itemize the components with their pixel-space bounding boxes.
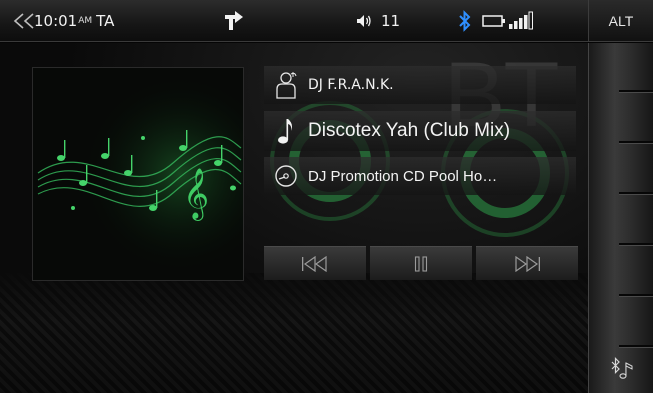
status-bar: 10:01 AM TA 11 xyxy=(0,0,588,42)
turn-right-arrow-icon xyxy=(222,0,244,42)
side-divider xyxy=(619,345,653,347)
artist-name: DJ F.R.A.N.K. xyxy=(308,77,394,93)
volume-level: 11 xyxy=(381,12,401,30)
pause-button[interactable] xyxy=(370,246,472,280)
disc-icon xyxy=(264,164,308,188)
carbon-fiber-background xyxy=(0,273,588,393)
side-divider xyxy=(619,243,653,245)
back-icon[interactable] xyxy=(12,0,36,42)
clock-time: 10:01 xyxy=(34,12,78,30)
previous-track-icon xyxy=(302,255,327,272)
album-art: 𝄞 xyxy=(32,67,244,281)
previous-track-button[interactable] xyxy=(264,246,366,280)
side-divider xyxy=(619,192,653,194)
next-track-icon xyxy=(515,255,540,272)
media-player-screen: 10:01 AM TA 11 ALT 𝄞 DJ F.R.A.N.K. Disco… xyxy=(0,0,653,393)
side-divider xyxy=(619,294,653,296)
side-divider xyxy=(619,141,653,143)
volume-indicator: 11 xyxy=(356,0,400,42)
signal-bars-icon xyxy=(508,0,534,42)
bluetooth-icon xyxy=(458,0,472,42)
side-panel xyxy=(588,43,653,393)
music-note-icon xyxy=(264,117,308,145)
alt-button[interactable]: ALT xyxy=(588,0,653,42)
pause-icon xyxy=(414,255,428,272)
clock: 10:01 AM TA xyxy=(34,0,114,42)
bluetooth-music-icon[interactable] xyxy=(611,356,633,384)
ta-indicator: TA xyxy=(96,12,115,30)
artist-row: DJ F.R.A.N.K. xyxy=(264,66,576,104)
battery-icon xyxy=(482,0,506,42)
next-track-button[interactable] xyxy=(476,246,578,280)
speaker-icon xyxy=(357,15,371,27)
track-title: Discotex Yah (Club Mix) xyxy=(308,120,511,141)
album-row: DJ Promotion CD Pool Ho… xyxy=(264,157,576,195)
music-notes-artwork: 𝄞 xyxy=(33,68,243,280)
album-name: DJ Promotion CD Pool Ho… xyxy=(308,167,498,185)
clock-ampm: AM xyxy=(78,16,93,26)
main-content: BT xyxy=(0,43,588,393)
title-row: Discotex Yah (Club Mix) xyxy=(264,111,576,151)
svg-text:𝄞: 𝄞 xyxy=(183,168,209,221)
side-divider xyxy=(619,90,653,92)
person-icon xyxy=(264,71,308,99)
double-chevron-left-icon xyxy=(13,13,34,29)
